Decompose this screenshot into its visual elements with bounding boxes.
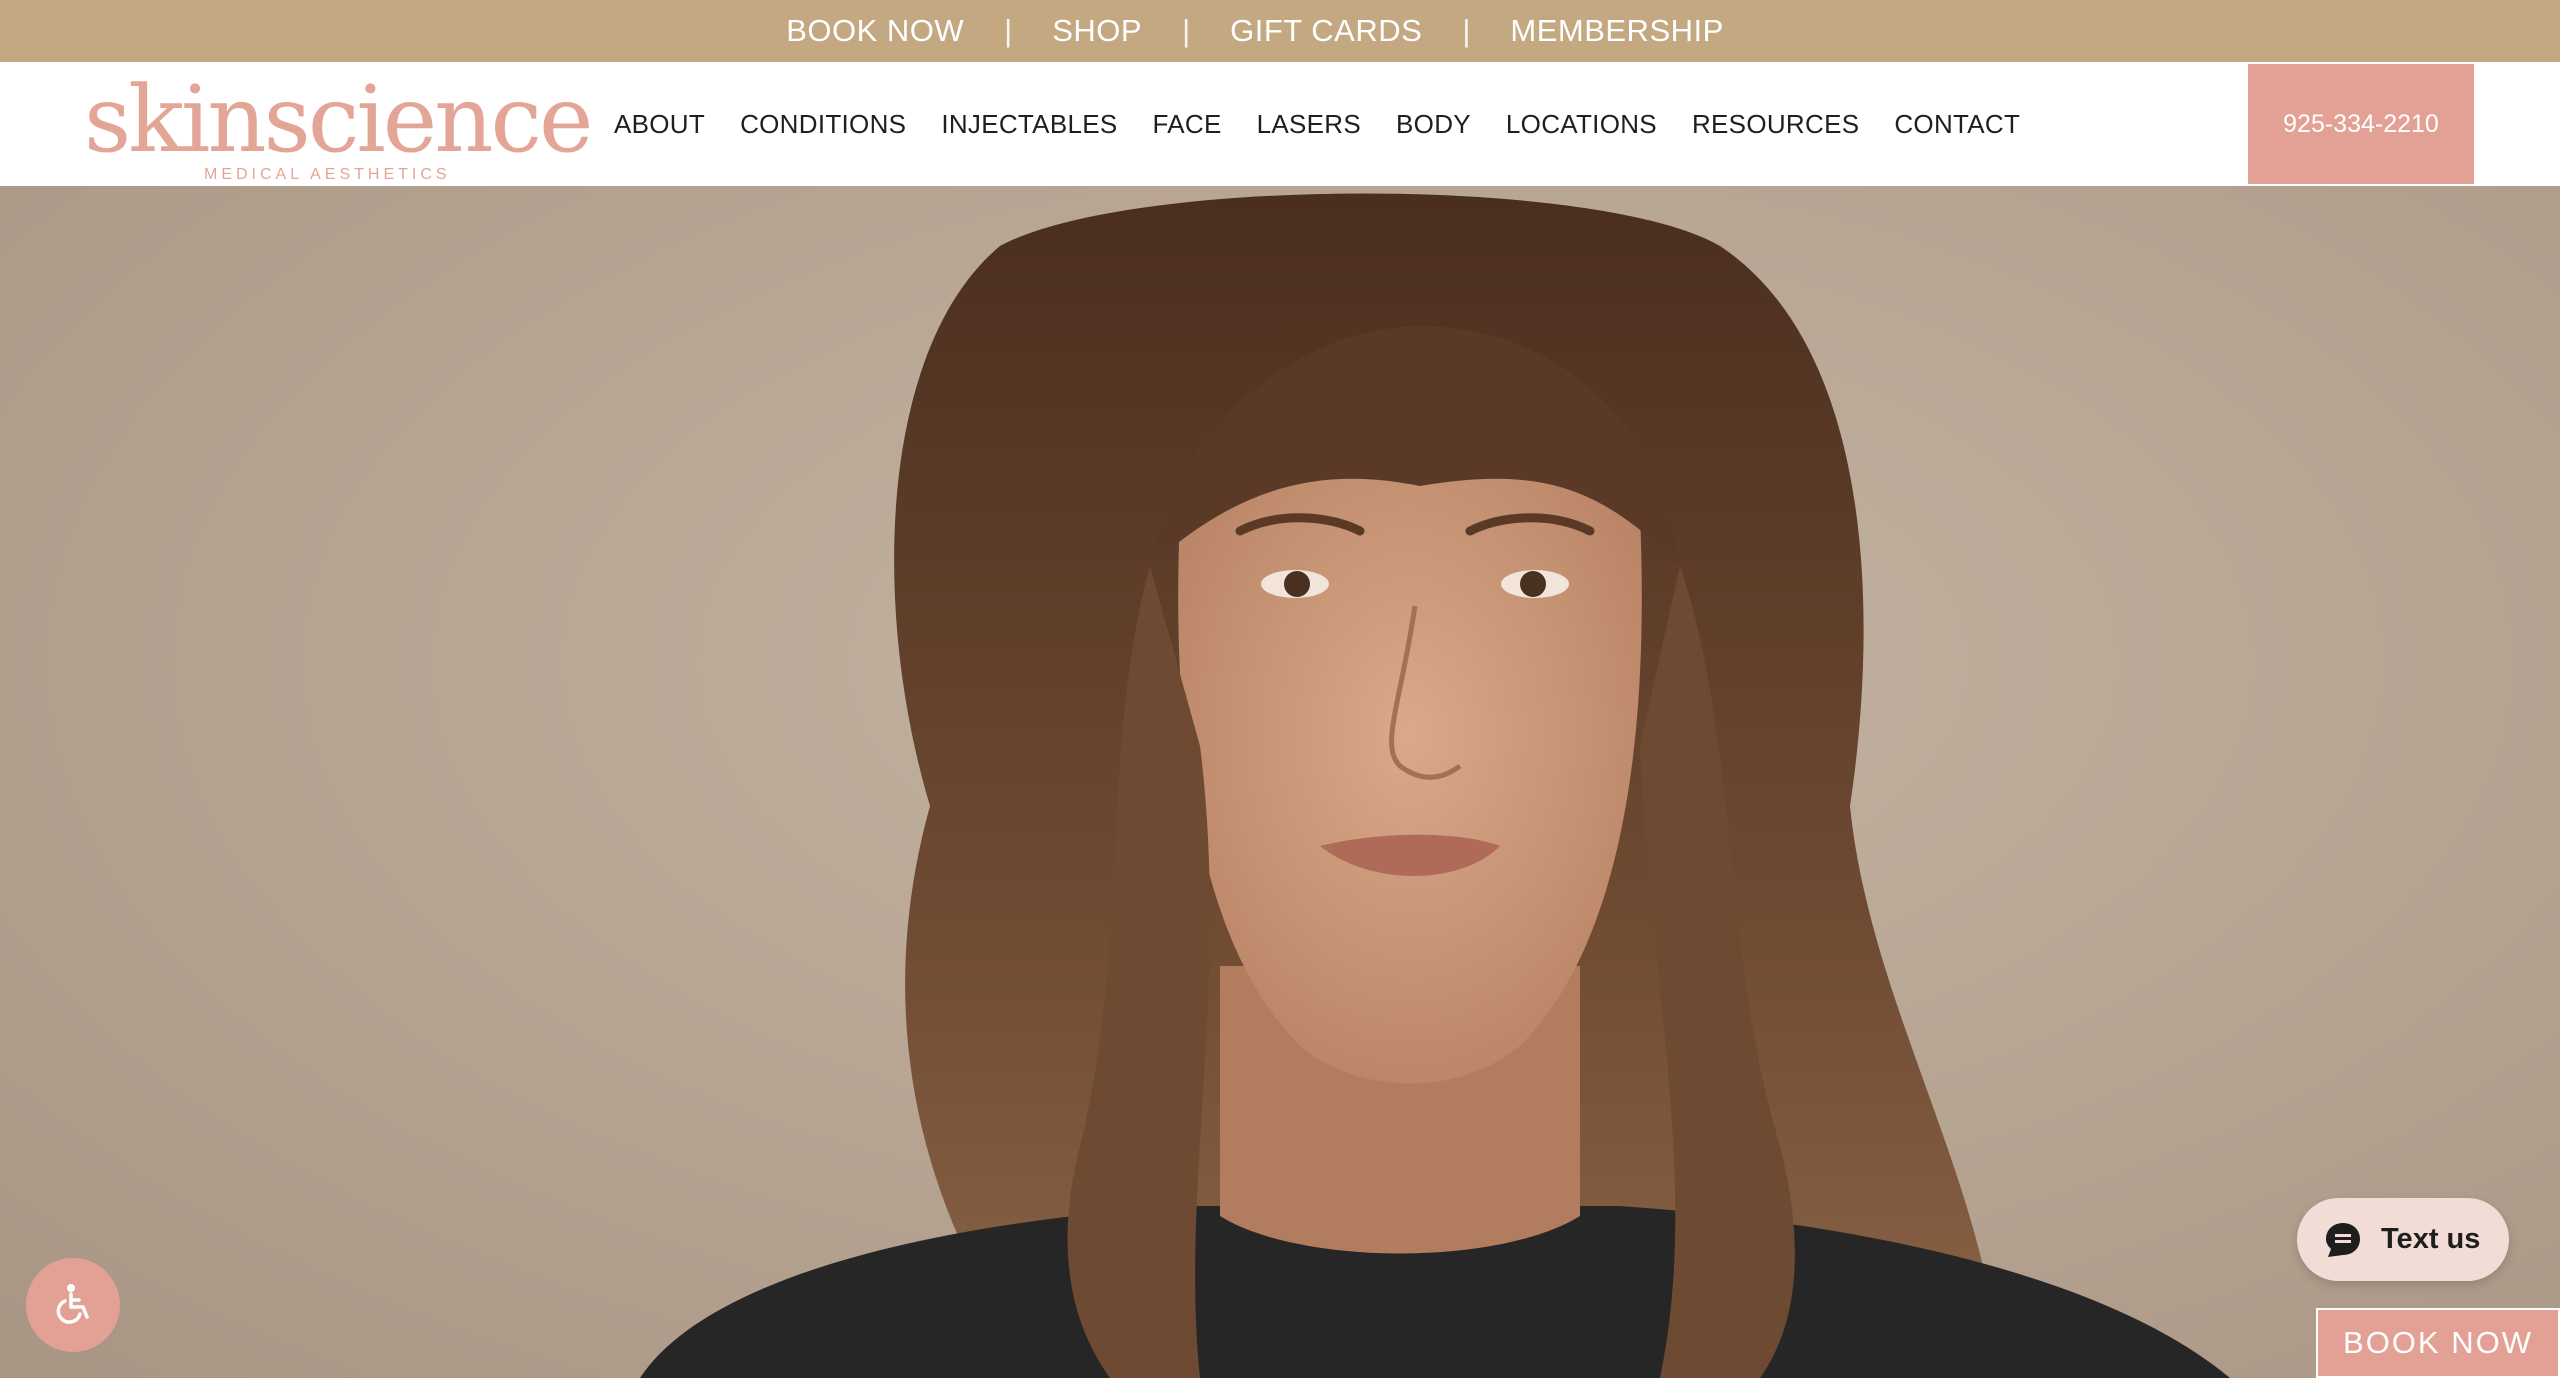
hero-portrait (640, 193, 2230, 1378)
text-us-button[interactable]: Text us (2297, 1198, 2509, 1281)
top-link-membership[interactable]: MEMBERSHIP (1510, 13, 1723, 49)
nav-face[interactable]: FACE (1153, 109, 1222, 140)
top-announcement-bar: BOOK NOW | SHOP | GIFT CARDS | MEMBERSHI… (0, 0, 2560, 62)
site-header: skinscience MEDICAL AESTHETICS ABOUT CON… (0, 62, 2560, 186)
chat-bubble-icon (2323, 1220, 2363, 1260)
wheelchair-accessibility-icon (51, 1281, 95, 1330)
top-link-shop[interactable]: SHOP (1052, 13, 1142, 49)
logo-wordmark: skinscience (84, 66, 593, 173)
nav-conditions[interactable]: CONDITIONS (740, 109, 906, 140)
top-separator: | (1004, 13, 1013, 48)
top-link-gift-cards[interactable]: GIFT CARDS (1230, 13, 1422, 49)
nav-injectables[interactable]: INJECTABLES (941, 109, 1117, 140)
phone-button[interactable]: 925-334-2210 (2248, 64, 2474, 184)
accessibility-button[interactable] (26, 1258, 120, 1352)
top-separator: | (1462, 13, 1471, 48)
hero-image (0, 186, 2560, 1378)
nav-about[interactable]: ABOUT (614, 109, 705, 140)
top-separator: | (1182, 13, 1191, 48)
nav-body[interactable]: BODY (1396, 109, 1471, 140)
nav-locations[interactable]: LOCATIONS (1506, 109, 1657, 140)
book-now-floating-button[interactable]: BOOK NOW (2316, 1308, 2560, 1378)
logo-tagline: MEDICAL AESTHETICS (204, 166, 451, 183)
main-nav: ABOUT CONDITIONS INJECTABLES FACE LASERS… (614, 62, 2055, 186)
top-link-book-now[interactable]: BOOK NOW (786, 13, 964, 49)
nav-lasers[interactable]: LASERS (1257, 109, 1361, 140)
text-us-label: Text us (2381, 1223, 2481, 1255)
nav-resources[interactable]: RESOURCES (1692, 109, 1859, 140)
nav-contact[interactable]: CONTACT (1894, 109, 2020, 140)
site-logo[interactable]: skinscience MEDICAL AESTHETICS (84, 70, 593, 184)
